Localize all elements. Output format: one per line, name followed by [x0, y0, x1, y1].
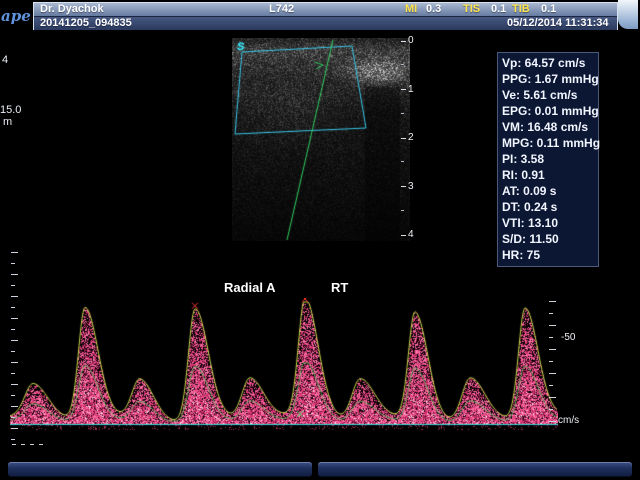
info-bar: 20141205_094835 05/12/2014 11:31:34: [34, 16, 617, 30]
annotation-side: RT: [331, 280, 348, 295]
measurement-row: MPG: 0.11 mmHg: [502, 135, 594, 151]
probe-label: L742: [269, 3, 294, 16]
depth-value: 15.0: [0, 105, 21, 116]
doctor-name: Dr. Dyachok: [40, 3, 104, 16]
vendor-logo: ape: [1, 7, 31, 25]
spectrum-right-ruler: [549, 301, 559, 427]
status-bar: Dr. Dyachok L742 MI 0.3 TIS 0.1 TIB 0.1: [34, 3, 617, 16]
measurement-panel: Vp: 64.57 cm/sPPG: 1.67 mmHgVe: 5.61 cm/…: [497, 52, 599, 267]
depth-tick: 3: [401, 182, 414, 192]
gain-value: 4: [2, 55, 8, 66]
measurement-row: HR: 75: [502, 247, 594, 263]
measurement-row: RI: 0.91: [502, 167, 594, 183]
velocity-scale-label: -50: [561, 332, 575, 343]
mi-label: MI: [405, 3, 417, 16]
measurement-row: VTI: 13.10: [502, 215, 594, 231]
depth-tick: 4: [401, 230, 414, 240]
depth-tick: 2: [401, 133, 414, 143]
velocity-unit-label: cm/s: [558, 415, 579, 426]
measurement-row: DT: 0.24 s: [502, 199, 594, 215]
menu-bar-left[interactable]: [8, 462, 312, 477]
measurement-row: EPG: 0.01 mmHg: [502, 103, 594, 119]
measurement-row: Vp: 64.57 cm/s: [502, 55, 594, 71]
probe-orientation-mark: S: [237, 41, 244, 53]
annotation-vessel: Radial A: [224, 280, 276, 295]
depth-tick: 1: [401, 85, 414, 95]
depth-unit: m: [3, 117, 12, 128]
measurement-row: VM: 16.48 cm/s: [502, 119, 594, 135]
bmode-image: [232, 38, 410, 241]
ultrasound-screen: ape Dr. Dyachok L742 MI 0.3 TIS 0.1 TIB …: [0, 0, 640, 480]
exam-id: 20141205_094835: [40, 17, 132, 30]
depth-ruler: 0 1 2 3 4: [401, 36, 421, 244]
corner-decoration: [618, 0, 638, 29]
tis-value: 0.1: [491, 3, 506, 16]
tis-label: TIS: [463, 3, 480, 16]
measurement-row: Ve: 5.61 cm/s: [502, 87, 594, 103]
menu-bar-right[interactable]: [318, 462, 632, 477]
mi-value: 0.3: [426, 3, 441, 16]
spectrum-left-ruler: [11, 252, 21, 452]
datetime: 05/12/2014 11:31:34: [507, 17, 609, 30]
depth-tick: 0: [401, 36, 414, 46]
time-ticks: [12, 444, 52, 446]
doppler-spectrum: [10, 298, 558, 434]
tib-value: 0.1: [541, 3, 556, 16]
top-bars: Dr. Dyachok L742 MI 0.3 TIS 0.1 TIB 0.1 …: [33, 2, 618, 30]
measurement-row: PI: 3.58: [502, 151, 594, 167]
measurement-row: S/D: 11.50: [502, 231, 594, 247]
measurement-row: AT: 0.09 s: [502, 183, 594, 199]
tib-label: TIB: [512, 3, 530, 16]
measurement-row: PPG: 1.67 mmHg: [502, 71, 594, 87]
